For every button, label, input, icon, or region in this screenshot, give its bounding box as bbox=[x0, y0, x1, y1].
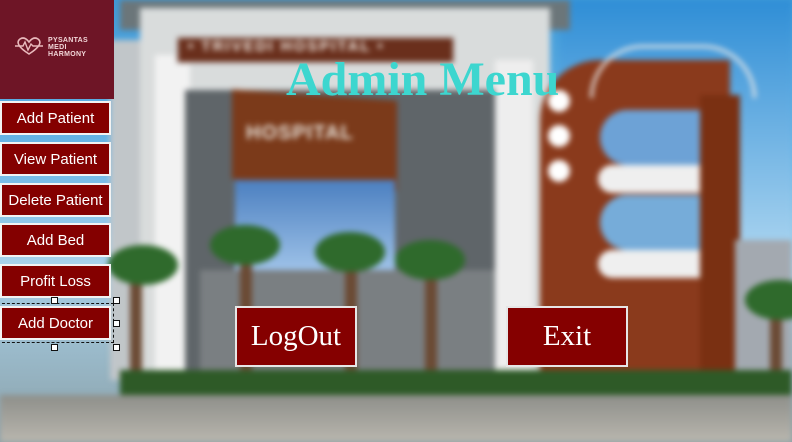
profit-loss-button[interactable]: Profit Loss bbox=[0, 264, 111, 298]
add-doctor-button[interactable]: Add Doctor bbox=[0, 303, 114, 343]
resize-handle-bottom-right[interactable] bbox=[113, 344, 120, 351]
add-bed-button[interactable]: Add Bed bbox=[0, 223, 111, 257]
exit-button[interactable]: Exit bbox=[506, 306, 628, 367]
heart-pulse-icon bbox=[15, 37, 43, 55]
logout-button[interactable]: LogOut bbox=[235, 306, 357, 367]
page-title: Admin Menu bbox=[286, 53, 560, 106]
logo-text: PYSANTAS MEDI HARMONY bbox=[48, 37, 88, 58]
resize-handle-top[interactable] bbox=[51, 297, 58, 304]
resize-handle-bottom[interactable] bbox=[51, 344, 58, 351]
resize-handle-right[interactable] bbox=[113, 320, 120, 327]
add-patient-button[interactable]: Add Patient bbox=[0, 101, 111, 135]
view-patient-button[interactable]: View Patient bbox=[0, 142, 111, 176]
logo-line-2: MEDI bbox=[48, 44, 67, 51]
logo-line-3: HARMONY bbox=[48, 51, 87, 58]
resize-handle-top-right[interactable] bbox=[113, 297, 120, 304]
facade-hospital-text: HOSPITAL bbox=[246, 122, 354, 144]
app-logo: PYSANTAS MEDI HARMONY bbox=[0, 0, 114, 99]
logo-line-1: PYSANTAS bbox=[48, 37, 88, 44]
delete-patient-button[interactable]: Delete Patient bbox=[0, 183, 111, 217]
